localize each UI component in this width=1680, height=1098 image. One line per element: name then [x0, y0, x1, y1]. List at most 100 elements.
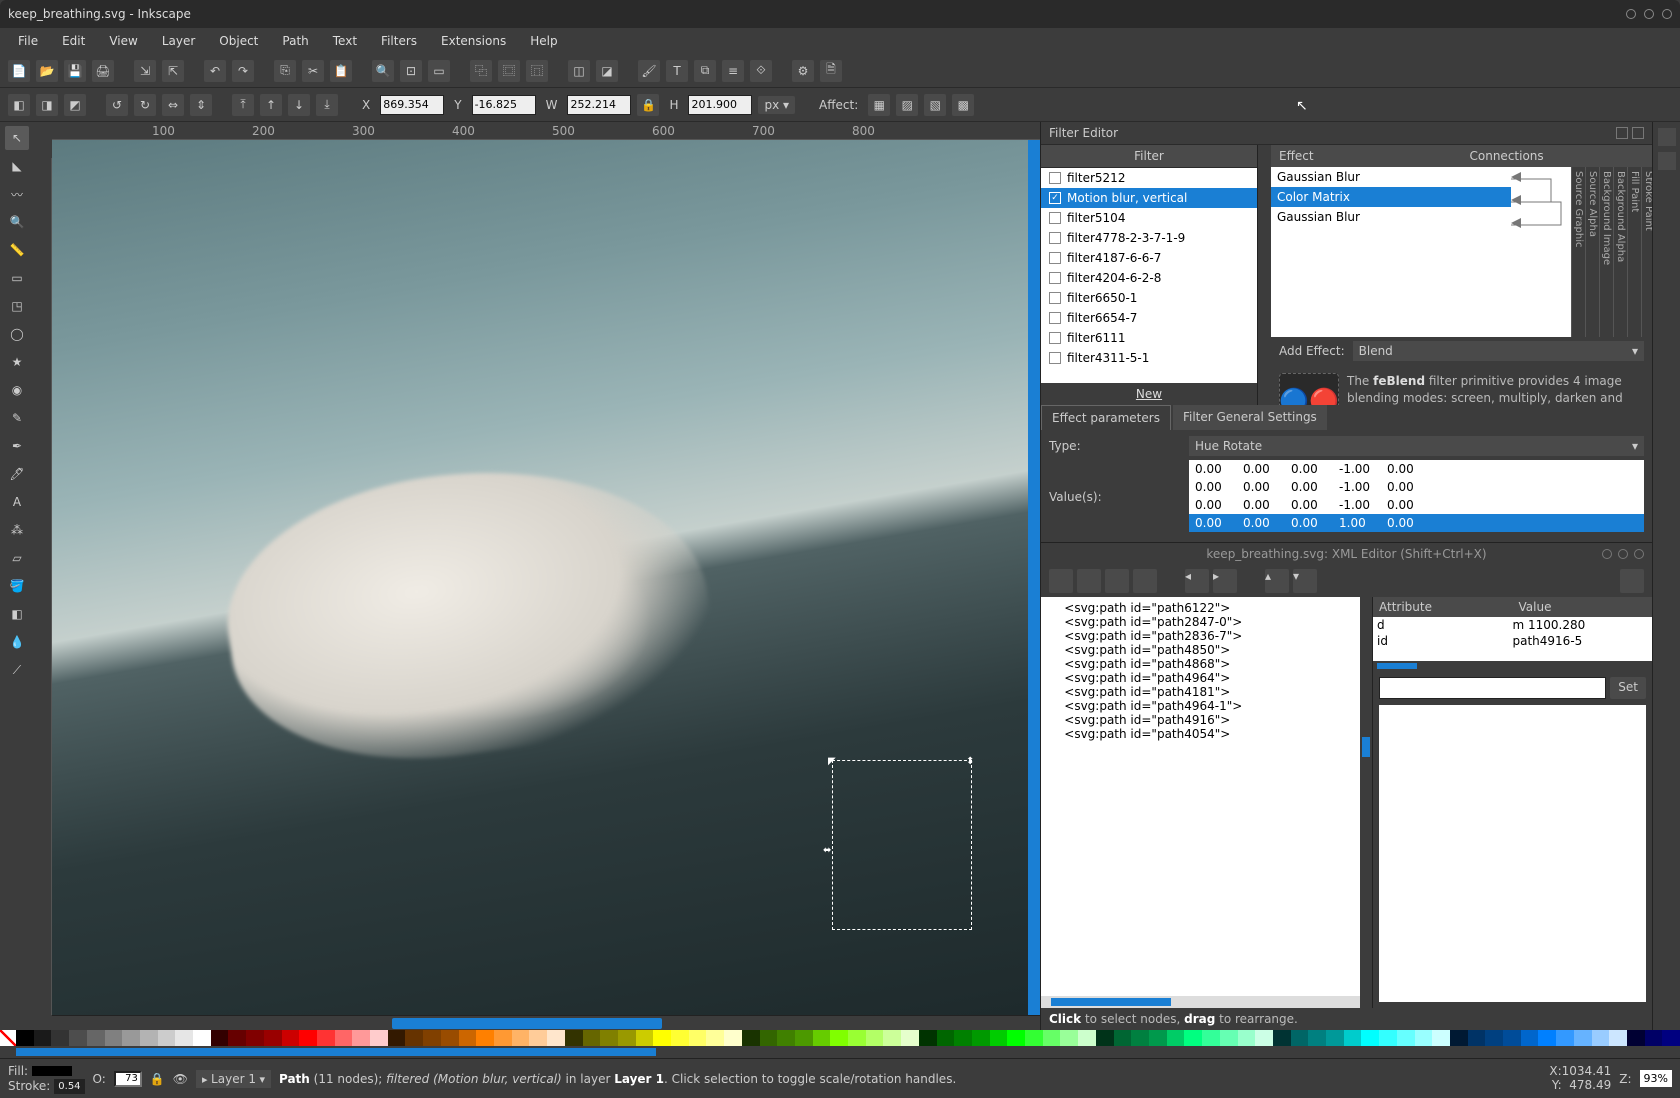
deselect-button[interactable]: ◩ [64, 94, 86, 116]
filter-checkbox[interactable] [1049, 352, 1061, 364]
color-swatch-24[interactable] [441, 1030, 459, 1046]
zoom-drawing-button[interactable]: ⊡ [400, 60, 422, 82]
xml-node-6[interactable]: <svg:path id="path4181"> [1049, 685, 1352, 699]
xml-attr-delete-button[interactable] [1620, 569, 1644, 593]
xml-attr-1[interactable]: idpath4916-5 [1373, 633, 1652, 649]
doc-props-button[interactable]: 🗎 [820, 60, 842, 82]
pencil-tool[interactable]: ✎ [5, 406, 29, 430]
layer-lock-icon[interactable]: 🔒 [150, 1072, 165, 1086]
flip-v-button[interactable]: ⇕ [190, 94, 212, 116]
affect-corners-button[interactable]: ▨ [896, 94, 918, 116]
color-swatch-90[interactable] [1609, 1030, 1627, 1046]
menu-filters[interactable]: Filters [371, 30, 427, 52]
filter-checkbox[interactable] [1049, 292, 1061, 304]
color-swatch-84[interactable] [1503, 1030, 1521, 1046]
color-swatch-26[interactable] [476, 1030, 494, 1046]
new-filter-button[interactable]: New [1041, 383, 1257, 405]
color-swatch-28[interactable] [512, 1030, 530, 1046]
color-swatch-78[interactable] [1397, 1030, 1415, 1046]
color-swatch-91[interactable] [1627, 1030, 1645, 1046]
filter-list-scroll[interactable] [1257, 145, 1271, 405]
raise-top-button[interactable]: ⤒ [232, 94, 254, 116]
minimize-button[interactable] [1626, 9, 1636, 19]
ellipse-tool[interactable]: ◯ [5, 322, 29, 346]
color-swatch-44[interactable] [795, 1030, 813, 1046]
xml-duplicate-button[interactable] [1105, 569, 1129, 593]
color-swatch-18[interactable] [335, 1030, 353, 1046]
layer-dropdown[interactable]: ▸ Layer 1 ▾ [196, 1070, 271, 1088]
canvas-hscroll-thumb[interactable] [392, 1018, 662, 1029]
color-swatch-36[interactable] [653, 1030, 671, 1046]
color-swatch-6[interactable] [122, 1030, 140, 1046]
color-swatch-77[interactable] [1379, 1030, 1397, 1046]
affect-gradient-button[interactable]: ▧ [924, 94, 946, 116]
color-swatch-51[interactable] [919, 1030, 937, 1046]
xml-attr-0[interactable]: dm 1100.280 [1373, 617, 1652, 633]
group-button[interactable]: ◫ [568, 60, 590, 82]
color-swatch-61[interactable] [1096, 1030, 1114, 1046]
filter-item-1[interactable]: ✓Motion blur, vertical [1041, 188, 1257, 208]
color-swatch-32[interactable] [583, 1030, 601, 1046]
selection-box[interactable]: ◤ ⬍ ⬌ [832, 760, 972, 930]
color-swatch-17[interactable] [317, 1030, 335, 1046]
filter-item-0[interactable]: filter5212 [1041, 168, 1257, 188]
color-swatch-15[interactable] [282, 1030, 300, 1046]
source-3[interactable]: Background Alpha [1613, 167, 1627, 337]
color-swatch-16[interactable] [299, 1030, 317, 1046]
bezier-tool[interactable]: ✒ [5, 434, 29, 458]
filter-checkbox[interactable] [1049, 172, 1061, 184]
color-swatch-46[interactable] [830, 1030, 848, 1046]
color-swatch-40[interactable] [724, 1030, 742, 1046]
color-swatch-20[interactable] [370, 1030, 388, 1046]
color-swatch-69[interactable] [1238, 1030, 1256, 1046]
filter-item-5[interactable]: filter4204-6-2-8 [1041, 268, 1257, 288]
menu-object[interactable]: Object [209, 30, 268, 52]
new-doc-button[interactable]: 📄 [8, 60, 30, 82]
color-swatch-54[interactable] [972, 1030, 990, 1046]
star-tool[interactable]: ★ [5, 350, 29, 374]
lock-aspect-button[interactable]: 🔒 [637, 94, 659, 116]
color-swatch-4[interactable] [87, 1030, 105, 1046]
color-swatch-39[interactable] [706, 1030, 724, 1046]
source-1[interactable]: Source Alpha [1585, 167, 1599, 337]
color-swatch-12[interactable] [228, 1030, 246, 1046]
xml-node-4[interactable]: <svg:path id="path4868"> [1049, 657, 1352, 671]
measure-tool[interactable]: 📏 [5, 238, 29, 262]
cut-button[interactable]: ✂ [302, 60, 324, 82]
xml-next-button[interactable]: ▸ [1213, 569, 1237, 593]
effect-list[interactable]: Gaussian BlurColor MatrixGaussian Blur [1271, 167, 1511, 337]
xml-new-text-button[interactable] [1077, 569, 1101, 593]
dropper-tool[interactable]: 💧 [5, 630, 29, 654]
color-swatch-92[interactable] [1645, 1030, 1663, 1046]
stroke-width[interactable]: 0.54 [54, 1079, 84, 1094]
color-swatch-25[interactable] [459, 1030, 477, 1046]
filter-item-8[interactable]: filter6111 [1041, 328, 1257, 348]
prefs-button[interactable]: ⚙ [792, 60, 814, 82]
bucket-tool[interactable]: 🪣 [5, 574, 29, 598]
export-button[interactable]: ⇱ [162, 60, 184, 82]
panel-close[interactable] [1632, 127, 1644, 139]
selector-tool[interactable]: ↖ [5, 126, 29, 150]
ruler-horizontal[interactable]: 100 200 300 400 500 600 700 800 [52, 122, 1040, 140]
xml-prev-button[interactable]: ◂ [1185, 569, 1209, 593]
align-button[interactable]: ≡ [722, 60, 744, 82]
text-tool[interactable]: A [5, 490, 29, 514]
selection-handle-nw[interactable]: ◤ [828, 756, 838, 766]
color-swatch-65[interactable] [1167, 1030, 1185, 1046]
color-swatch-50[interactable] [901, 1030, 919, 1046]
color-swatch-71[interactable] [1273, 1030, 1291, 1046]
dock-item-2[interactable] [1658, 152, 1676, 170]
color-swatch-49[interactable] [883, 1030, 901, 1046]
color-swatch-22[interactable] [405, 1030, 423, 1046]
color-swatch-27[interactable] [494, 1030, 512, 1046]
raise-button[interactable]: ↑ [260, 94, 282, 116]
filter-checkbox[interactable]: ✓ [1049, 192, 1061, 204]
connector-tool[interactable]: ⟋ [5, 658, 29, 682]
xml-tree[interactable]: <svg:path id="path6122"> <svg:path id="p… [1041, 597, 1360, 1008]
select-layers-button[interactable]: ◨ [36, 94, 58, 116]
color-swatch-19[interactable] [352, 1030, 370, 1046]
zoom-page-button[interactable]: ▭ [428, 60, 450, 82]
color-swatch-87[interactable] [1556, 1030, 1574, 1046]
paste-button[interactable]: 📋 [330, 60, 352, 82]
xml-button[interactable]: ⧉ [694, 60, 716, 82]
